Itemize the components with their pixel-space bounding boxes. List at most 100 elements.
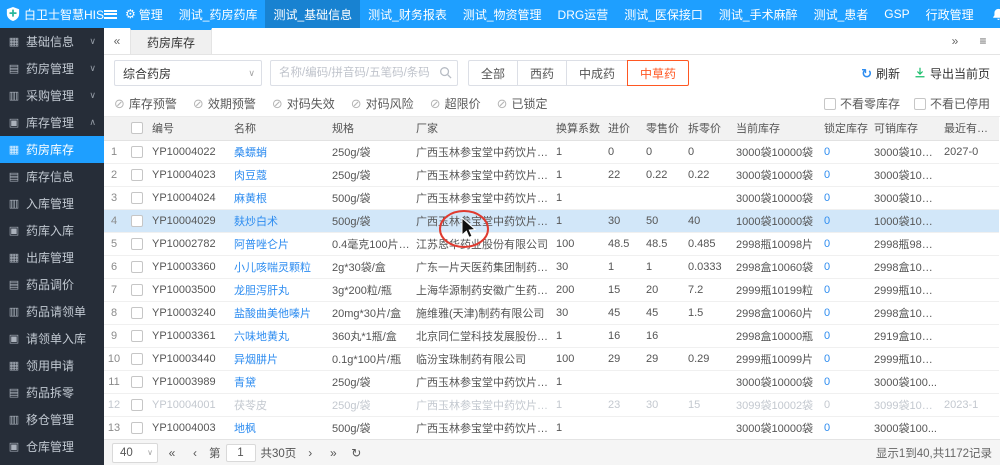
- category-button[interactable]: 中成药: [566, 60, 628, 86]
- row-select-checkbox[interactable]: [124, 255, 149, 278]
- cell-name[interactable]: 肉豆蔻: [231, 163, 329, 186]
- filter-toggle[interactable]: ⊘对码风险: [351, 95, 414, 112]
- cell-locked-stock[interactable]: 0: [821, 393, 871, 416]
- sidebar-item[interactable]: ▥药品请领单: [0, 298, 104, 325]
- table-row[interactable]: 2YP10004023肉豆蔻250g/袋广西玉林参宝堂中药饮片有...1220.…: [104, 163, 999, 186]
- cell-name[interactable]: 阿普唑仑片: [231, 232, 329, 255]
- cell-name[interactable]: 麻黄根: [231, 186, 329, 209]
- nav-item[interactable]: 测试_手术麻醉: [711, 0, 806, 28]
- first-page-button[interactable]: «: [163, 444, 181, 462]
- cell-locked-stock[interactable]: 0: [821, 370, 871, 393]
- cell-locked-stock[interactable]: 0: [821, 416, 871, 439]
- sidebar-item[interactable]: ▣药库入库: [0, 217, 104, 244]
- sidebar-item[interactable]: ▥移仓管理: [0, 406, 104, 433]
- page-number-input[interactable]: 1: [226, 444, 256, 462]
- table-row[interactable]: 12YP10004001茯苓皮250g/袋广西玉林参宝堂中药饮片有...1233…: [104, 393, 999, 416]
- sidebar-item[interactable]: ▣库存管理∧: [0, 109, 104, 136]
- row-select-checkbox[interactable]: [124, 301, 149, 324]
- category-button[interactable]: 西药: [517, 60, 567, 86]
- reload-icon[interactable]: ↻: [347, 444, 365, 462]
- cell-locked-stock[interactable]: 0: [821, 278, 871, 301]
- cell-locked-stock[interactable]: 0: [821, 324, 871, 347]
- cell-name[interactable]: 地枫: [231, 416, 329, 439]
- nav-item[interactable]: 测试_财务报表: [360, 0, 455, 28]
- table-row[interactable]: 9YP10003361六味地黄丸360丸*1瓶/盒北京同仁堂科技发展股份有...…: [104, 324, 999, 347]
- export-button[interactable]: 导出当前页: [914, 65, 990, 82]
- category-button[interactable]: 全部: [468, 60, 518, 86]
- sidebar-item[interactable]: ▦出库管理: [0, 244, 104, 271]
- cell-locked-stock[interactable]: 0: [821, 163, 871, 186]
- sidebar-item[interactable]: ▤库存信息: [0, 163, 104, 190]
- row-select-checkbox[interactable]: [124, 209, 149, 232]
- cell-name[interactable]: 盐酸曲美他嗪片: [231, 301, 329, 324]
- cell-locked-stock[interactable]: 0: [821, 232, 871, 255]
- row-select-checkbox[interactable]: [124, 416, 149, 439]
- tab-pharmacy-stock[interactable]: 药房库存: [130, 28, 212, 54]
- pharmacy-select[interactable]: 综合药房 ∨: [114, 60, 262, 86]
- table-row[interactable]: 5YP10002782阿普唑仑片0.4毫克100片/瓶江苏恩华药业股份有限公司1…: [104, 232, 999, 255]
- table-row[interactable]: 3YP10004024麻黄根500g/袋广西玉林参宝堂中药饮片有...13000…: [104, 186, 999, 209]
- sidebar-item[interactable]: ▦领用申请: [0, 352, 104, 379]
- tabs-scroll-right-icon[interactable]: »: [942, 34, 968, 48]
- refresh-button[interactable]: ↻ 刷新: [861, 65, 900, 82]
- cell-locked-stock[interactable]: 0: [821, 347, 871, 370]
- page-size-select[interactable]: 40 ∨: [112, 443, 158, 463]
- cell-name[interactable]: 小儿咳喘灵颗粒: [231, 255, 329, 278]
- table-row[interactable]: 6YP10003360小儿咳喘灵颗粒2g*30袋/盒广东一片天医药集团制药有..…: [104, 255, 999, 278]
- filter-toggle[interactable]: ⊘超限价: [430, 95, 481, 112]
- cell-name[interactable]: 青黛: [231, 370, 329, 393]
- sidebar-item[interactable]: ▦基础信息∨: [0, 28, 104, 55]
- row-select-checkbox[interactable]: [124, 232, 149, 255]
- filter-toggle[interactable]: ⊘效期预警: [193, 95, 256, 112]
- cell-name[interactable]: 异烟肼片: [231, 347, 329, 370]
- tabs-list-icon[interactable]: ≡: [970, 34, 996, 48]
- sidebar-item[interactable]: ▦药房库存: [0, 136, 104, 163]
- filter-checkbox[interactable]: 不看零库存: [824, 95, 900, 112]
- search-input[interactable]: [270, 60, 458, 86]
- row-select-checkbox[interactable]: [124, 140, 149, 163]
- bell-icon[interactable]: 5: [992, 6, 1000, 22]
- nav-item[interactable]: 测试_药房药库: [171, 0, 266, 28]
- table-row[interactable]: 1YP10004022桑螵蛸250g/袋广西玉林参宝堂中药饮片有...10003…: [104, 140, 999, 163]
- sidebar-item[interactable]: ▣请领单入库: [0, 325, 104, 352]
- cell-name[interactable]: 麸炒白术: [231, 209, 329, 232]
- filter-toggle[interactable]: ⊘对码失效: [272, 95, 335, 112]
- nav-item[interactable]: DRG运营: [550, 0, 617, 28]
- table-row[interactable]: 4YP10004029麸炒白术500g/袋广西玉林参宝堂中药饮片有...1305…: [104, 209, 999, 232]
- cell-name[interactable]: 茯苓皮: [231, 393, 329, 416]
- cell-name[interactable]: 龙胆泻肝丸: [231, 278, 329, 301]
- nav-item[interactable]: GSP: [876, 0, 917, 28]
- sidebar-item[interactable]: ▣仓库管理: [0, 433, 104, 460]
- row-select-checkbox[interactable]: [124, 186, 149, 209]
- row-select-checkbox[interactable]: [124, 278, 149, 301]
- cell-locked-stock[interactable]: 0: [821, 301, 871, 324]
- cell-locked-stock[interactable]: 0: [821, 186, 871, 209]
- row-select-checkbox[interactable]: [124, 370, 149, 393]
- next-page-button[interactable]: ›: [301, 444, 319, 462]
- select-all-checkbox[interactable]: [124, 117, 149, 140]
- nav-item[interactable]: 行政管理: [918, 0, 982, 28]
- table-row[interactable]: 13YP10004003地枫500g/袋广西玉林参宝堂中药饮片有...13000…: [104, 416, 999, 439]
- cell-locked-stock[interactable]: 0: [821, 209, 871, 232]
- row-select-checkbox[interactable]: [124, 347, 149, 370]
- filter-toggle[interactable]: ⊘库存预警: [114, 95, 177, 112]
- sidebar-item[interactable]: ▤药房管理∨: [0, 55, 104, 82]
- nav-item[interactable]: 测试_基础信息: [265, 0, 360, 28]
- table-row[interactable]: 10YP10003440异烟肼片0.1g*100片/瓶临汾宝珠制药有限公司100…: [104, 347, 999, 370]
- table-row[interactable]: 7YP10003500龙胆泻肝丸3g*200粒/瓶上海华源制药安徽广生药业...…: [104, 278, 999, 301]
- cell-name[interactable]: 六味地黄丸: [231, 324, 329, 347]
- nav-item[interactable]: 测试_患者: [806, 0, 877, 28]
- nav-item[interactable]: ⚙管理: [117, 0, 171, 28]
- table-row[interactable]: 11YP10003989青黛250g/袋广西玉林参宝堂中药饮片有...13000…: [104, 370, 999, 393]
- sidebar-item[interactable]: ▤药品调价: [0, 271, 104, 298]
- sidebar-item[interactable]: ▥入库管理: [0, 190, 104, 217]
- category-button[interactable]: 中草药: [627, 60, 689, 86]
- nav-item[interactable]: 测试_物资管理: [455, 0, 550, 28]
- tabs-scroll-left-icon[interactable]: «: [104, 28, 130, 54]
- cell-locked-stock[interactable]: 0: [821, 255, 871, 278]
- filter-toggle[interactable]: ⊘已锁定: [497, 95, 548, 112]
- row-select-checkbox[interactable]: [124, 393, 149, 416]
- sidebar-item[interactable]: ▤药品拆零: [0, 379, 104, 406]
- filter-checkbox[interactable]: 不看已停用: [914, 95, 990, 112]
- sidebar-item[interactable]: ▥采购管理∨: [0, 82, 104, 109]
